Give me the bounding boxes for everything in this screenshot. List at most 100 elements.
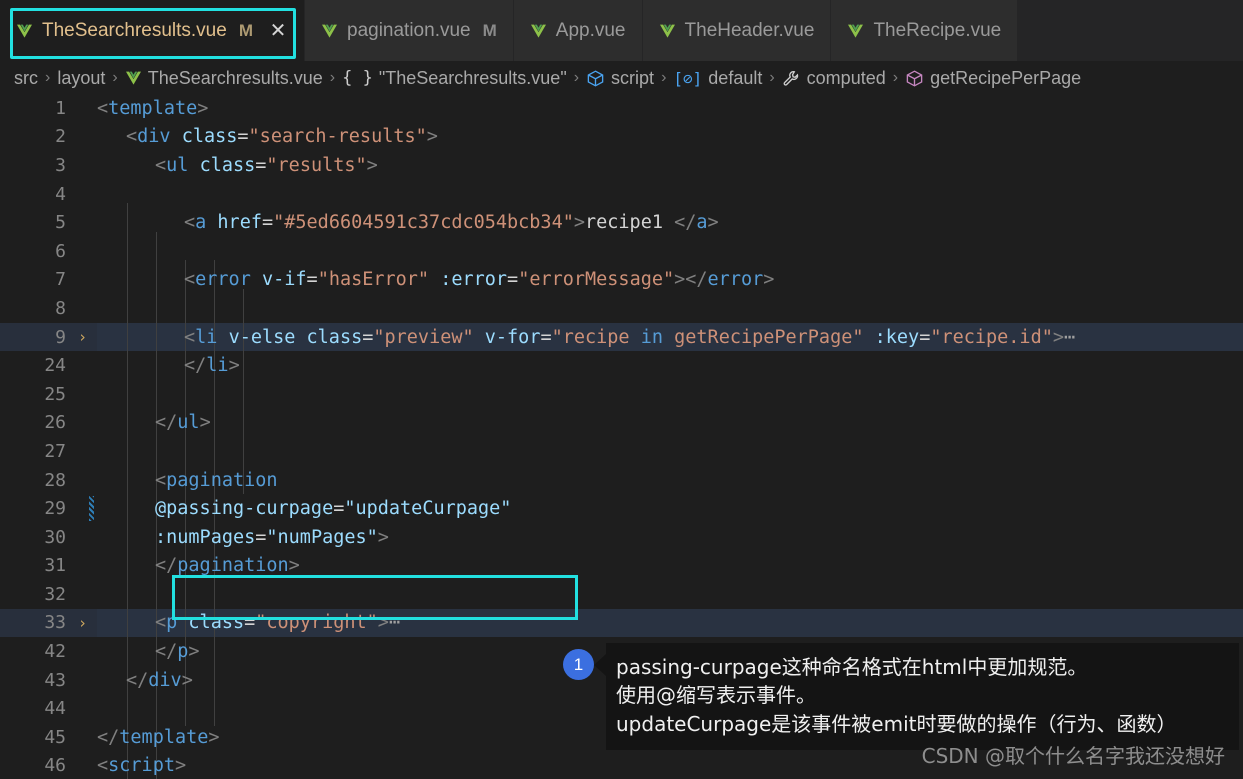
breadcrumb-item-0[interactable]: src: [14, 68, 38, 89]
close-icon[interactable]: ✕: [268, 21, 288, 41]
breadcrumb-item-label: getRecipePerPage: [930, 67, 1082, 88]
code-token: >: [366, 154, 378, 176]
code-token: :error: [440, 269, 508, 291]
code-token: :numPages: [155, 526, 256, 548]
tab-label: TheRecipe.vue: [873, 19, 1002, 41]
code-token: class: [199, 154, 256, 176]
code-token: error: [195, 269, 251, 291]
code-token: <: [184, 212, 196, 234]
code-token: v-else: [228, 326, 296, 348]
code-token: <: [155, 612, 167, 634]
tab-modified-flag: M: [238, 20, 253, 40]
code-token: >: [377, 526, 389, 548]
code-token: =: [362, 326, 374, 348]
breadcrumb-separator-icon: ›: [112, 69, 118, 86]
line-number: 28: [44, 469, 66, 491]
annotation-line: passing-curpage这种命名格式在html中更加规范。: [616, 655, 1088, 679]
editor-tab-thesearchresults-vue[interactable]: TheSearchresults.vue M ✕: [0, 0, 305, 61]
code-token: getRecipePerPage": [663, 326, 864, 348]
cube-purple-icon: [905, 69, 924, 88]
code-text: </ul>: [155, 412, 211, 433]
breadcrumb-item-label: default: [708, 67, 763, 88]
breadcrumb-item-1[interactable]: layout: [57, 68, 105, 89]
code-text: <pagination: [155, 470, 278, 491]
breadcrumb[interactable]: src › layout › TheSearchresults.vue › { } "TheS…: [0, 62, 1243, 94]
breadcrumb-item-label: src: [14, 67, 38, 88]
line-number: 8: [55, 297, 66, 319]
vue-icon: [16, 23, 33, 39]
code-token: =: [255, 154, 267, 176]
line-number: 1: [55, 97, 66, 119]
breadcrumb-item-7[interactable]: getRecipePerPage: [905, 68, 1081, 89]
code-token: >: [188, 641, 200, 663]
line-number: 42: [44, 641, 66, 663]
code-token: "preview": [373, 326, 474, 348]
editor-tab-theheader-vue[interactable]: TheHeader.vue: [642, 0, 832, 61]
tab-label: TheSearchresults.vue: [42, 19, 227, 41]
code-token: <: [155, 469, 167, 491]
code-token: </: [674, 212, 697, 234]
breadcrumb-item-3[interactable]: { } "TheSearchresults.vue": [342, 68, 567, 89]
vue-icon: [321, 23, 338, 39]
line-number: 24: [44, 355, 66, 377]
code-token: template: [108, 97, 198, 119]
code-token: template: [119, 726, 209, 748]
code-token: </: [155, 412, 178, 434]
code-token: :key: [874, 326, 920, 348]
fold-chevron-icon[interactable]: ›: [68, 328, 97, 346]
line-number: 43: [44, 669, 66, 691]
line-number: 3: [55, 154, 66, 176]
code-token: </: [97, 726, 120, 748]
breadcrumb-item-5[interactable]: [⊘] default: [673, 68, 762, 89]
editor-tab-therecipe-vue[interactable]: TheRecipe.vue: [831, 0, 1019, 61]
code-token: =: [333, 498, 345, 520]
code-token: li: [195, 326, 218, 348]
breadcrumb-separator-icon: ›: [769, 69, 775, 86]
code-token: >: [197, 97, 209, 119]
code-editor[interactable]: 1 <template> 2 <div class="search-results">…: [0, 94, 1243, 779]
code-token: in: [640, 326, 663, 348]
editor-tab-app-vue[interactable]: App.vue: [513, 0, 643, 61]
line-number: 26: [44, 412, 66, 434]
fold-chevron-icon[interactable]: ›: [68, 614, 97, 632]
code-token: href: [217, 212, 262, 234]
breadcrumb-item-2[interactable]: TheSearchresults.vue: [125, 68, 323, 89]
editor-tab-pagination-vue[interactable]: pagination.vue M: [305, 0, 514, 61]
module-icon: [⊘]: [673, 68, 703, 88]
annotation-text: passing-curpage这种命名格式在html中更加规范。 使用@缩写表示事…: [606, 643, 1239, 751]
code-token: >: [763, 269, 775, 291]
code-token: v-for: [484, 326, 541, 348]
code-token: =: [306, 269, 318, 291]
code-token: "errorMessage": [518, 269, 675, 291]
vue-icon: [125, 71, 142, 86]
code-text: <ul class="results">: [155, 155, 378, 176]
code-token: >: [288, 555, 300, 577]
code-text: <a href="#5ed6604591c37cdc054bcb34">reci…: [184, 212, 719, 233]
code-line[interactable]: 9 › <li v-else class="preview" v-for="reci…: [0, 322, 1243, 352]
code-token: =: [919, 326, 931, 348]
breadcrumb-item-label: computed: [806, 67, 886, 88]
code-token: =: [507, 269, 519, 291]
line-number: 4: [55, 183, 66, 205]
editor-tab-bar: TheSearchresults.vue M ✕ pagination.vue M App…: [0, 0, 1243, 62]
breadcrumb-item-6[interactable]: computed: [782, 68, 886, 89]
breadcrumb-item-4[interactable]: script: [586, 68, 654, 89]
code-token: </: [184, 355, 207, 377]
line-number: 7: [55, 269, 66, 291]
code-token: </: [155, 555, 178, 577]
code-token: "updateCurpage": [344, 498, 512, 520]
code-token: >: [208, 726, 220, 748]
code-token: a: [696, 212, 708, 234]
code-token: "results": [266, 154, 367, 176]
code-token: >: [181, 669, 193, 691]
line-number: 5: [55, 212, 66, 234]
code-token: >: [573, 212, 585, 234]
code-text: <template>: [97, 98, 208, 119]
line-number: 30: [44, 526, 66, 548]
code-token: =: [540, 326, 552, 348]
